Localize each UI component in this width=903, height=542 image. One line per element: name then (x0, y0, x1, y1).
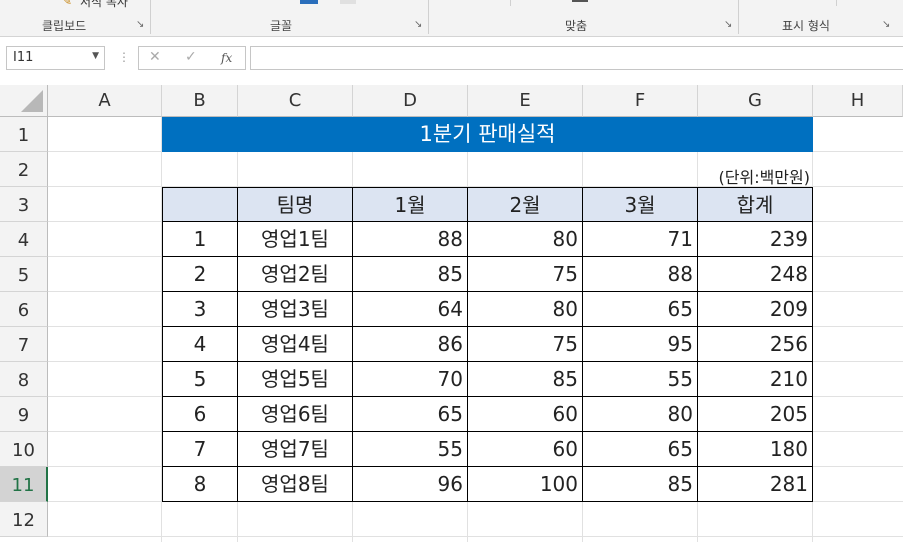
table-cell-no[interactable]: 1 (162, 222, 238, 257)
table-cell-team[interactable]: 영업5팀 (238, 362, 353, 397)
table-cell-mar[interactable]: 55 (583, 362, 698, 397)
table-header-total[interactable]: 합계 (698, 187, 813, 222)
gridline-horizontal (48, 536, 903, 537)
table-cell-total[interactable]: 239 (698, 222, 813, 257)
column-header-f[interactable]: F (583, 85, 698, 117)
table-cell-feb[interactable]: 80 (468, 292, 583, 327)
table-cell-total[interactable]: 205 (698, 397, 813, 432)
table-header-team[interactable]: 팀명 (238, 187, 353, 222)
row-header-7[interactable]: 7 (0, 327, 48, 362)
row-header-3[interactable]: 3 (0, 187, 48, 222)
table-cell-no[interactable]: 6 (162, 397, 238, 432)
table-cell-jan[interactable]: 86 (353, 327, 468, 362)
table-header-no[interactable] (162, 187, 238, 222)
column-header-d[interactable]: D (353, 85, 468, 117)
table-cell-feb[interactable]: 100 (468, 467, 583, 502)
table-cell-jan[interactable]: 85 (353, 257, 468, 292)
table-cell-no[interactable]: 3 (162, 292, 238, 327)
table-cell-team[interactable]: 영업1팀 (238, 222, 353, 257)
column-header-c[interactable]: C (238, 85, 353, 117)
row-header-11[interactable]: 11 (0, 467, 48, 502)
table-cell-no[interactable]: 7 (162, 432, 238, 467)
table-cell-total[interactable]: 209 (698, 292, 813, 327)
table-cell-jan[interactable]: 88 (353, 222, 468, 257)
table-header-mar[interactable]: 3월 (583, 187, 698, 222)
table-cell-mar[interactable]: 80 (583, 397, 698, 432)
table-cell-jan[interactable]: 65 (353, 397, 468, 432)
row-header-6[interactable]: 6 (0, 292, 48, 327)
column-header-b[interactable]: B (162, 85, 238, 117)
table-cell-feb[interactable]: 60 (468, 397, 583, 432)
table-cell-feb[interactable]: 75 (468, 327, 583, 362)
table-cell-mar[interactable]: 65 (583, 432, 698, 467)
table-cell-feb[interactable]: 60 (468, 432, 583, 467)
table-cell-team[interactable]: 영업6팀 (238, 397, 353, 432)
table-cell-total[interactable]: 281 (698, 467, 813, 502)
table-cell-team[interactable]: 영업4팀 (238, 327, 353, 362)
column-header-e[interactable]: E (468, 85, 583, 117)
row-header-10[interactable]: 10 (0, 432, 48, 467)
table-cell-jan[interactable]: 55 (353, 432, 468, 467)
table-cell-mar[interactable]: 71 (583, 222, 698, 257)
row-header-4[interactable]: 4 (0, 222, 48, 257)
table-cell-total[interactable]: 248 (698, 257, 813, 292)
table-cell-team[interactable]: 영업7팀 (238, 432, 353, 467)
table-header-feb[interactable]: 2월 (468, 187, 583, 222)
table-cell-no[interactable]: 8 (162, 467, 238, 502)
row-header-8[interactable]: 8 (0, 362, 48, 397)
table-cell-team[interactable]: 영업8팀 (238, 467, 353, 502)
table-cell-total[interactable]: 256 (698, 327, 813, 362)
table-cell-mar[interactable]: 88 (583, 257, 698, 292)
table-title[interactable]: 1분기 판매실적 (162, 117, 813, 152)
table-cell-no[interactable]: 5 (162, 362, 238, 397)
row-header-12[interactable]: 12 (0, 502, 48, 537)
table-cell-mar[interactable]: 65 (583, 292, 698, 327)
table-cell-no[interactable]: 4 (162, 327, 238, 362)
row-header-5[interactable]: 5 (0, 257, 48, 292)
table-cell-team[interactable]: 영업3팀 (238, 292, 353, 327)
select-all-button[interactable] (0, 85, 48, 117)
row-header-9[interactable]: 9 (0, 397, 48, 432)
table-cell-feb[interactable]: 75 (468, 257, 583, 292)
column-header-h[interactable]: H (813, 85, 903, 117)
row-header-1[interactable]: 1 (0, 117, 48, 152)
table-cell-mar[interactable]: 95 (583, 327, 698, 362)
table-cell-jan[interactable]: 70 (353, 362, 468, 397)
column-header-a[interactable]: A (48, 85, 162, 117)
column-header-g[interactable]: G (698, 85, 813, 117)
table-cell-feb[interactable]: 85 (468, 362, 583, 397)
table-cell-total[interactable]: 210 (698, 362, 813, 397)
table-cell-mar[interactable]: 85 (583, 467, 698, 502)
table-cell-jan[interactable]: 64 (353, 292, 468, 327)
table-cell-jan[interactable]: 96 (353, 467, 468, 502)
table-cell-team[interactable]: 영업2팀 (238, 257, 353, 292)
table-cell-feb[interactable]: 80 (468, 222, 583, 257)
row-header-2[interactable]: 2 (0, 152, 48, 187)
table-cell-no[interactable]: 2 (162, 257, 238, 292)
table-header-jan[interactable]: 1월 (353, 187, 468, 222)
table-cell-total[interactable]: 180 (698, 432, 813, 467)
unit-label[interactable]: (단위:백만원) (620, 164, 810, 188)
